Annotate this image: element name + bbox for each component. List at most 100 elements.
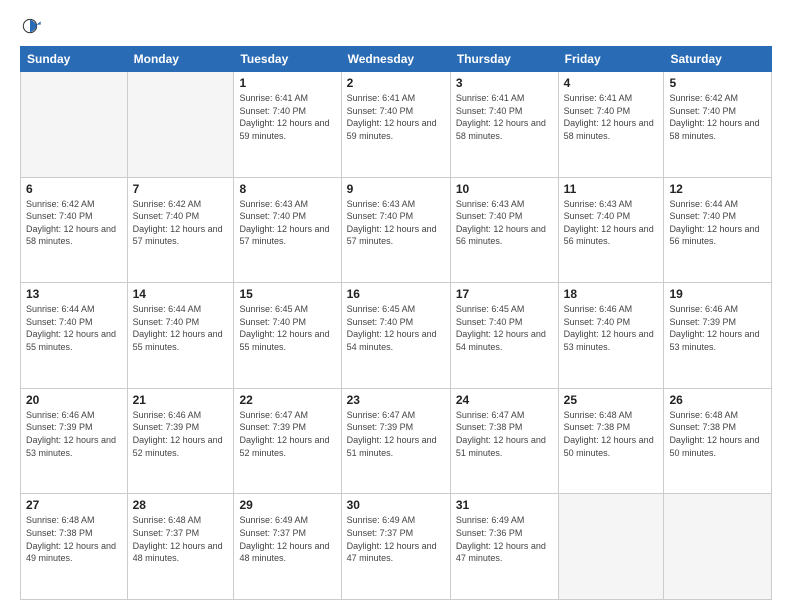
calendar: SundayMondayTuesdayWednesdayThursdayFrid… bbox=[20, 46, 772, 600]
day-info: Sunrise: 6:43 AMSunset: 7:40 PMDaylight:… bbox=[347, 198, 445, 248]
day-info: Sunrise: 6:48 AMSunset: 7:38 PMDaylight:… bbox=[564, 409, 659, 459]
day-number: 18 bbox=[564, 287, 659, 301]
calendar-cell bbox=[558, 494, 664, 600]
calendar-cell: 27 Sunrise: 6:48 AMSunset: 7:38 PMDayligh… bbox=[21, 494, 128, 600]
calendar-cell: 11Sunrise: 6:43 AMSunset: 7:40 PMDayligh… bbox=[558, 177, 664, 283]
day-info: Sunrise: 6:43 AMSunset: 7:40 PMDaylight:… bbox=[239, 198, 335, 248]
day-number: 23 bbox=[347, 393, 445, 407]
day-number: 3 bbox=[456, 76, 553, 90]
week-row-4: 27 Sunrise: 6:48 AMSunset: 7:38 PMDayligh… bbox=[21, 494, 772, 600]
day-info: Sunrise: 6:44 AMSunset: 7:40 PMDaylight:… bbox=[133, 303, 229, 353]
day-info: Sunrise: 6:45 AMSunset: 7:40 PMDaylight:… bbox=[239, 303, 335, 353]
day-number: 28 bbox=[133, 498, 229, 512]
day-info: Sunrise: 6:49 AMSunset: 7:37 PMDaylight:… bbox=[239, 514, 335, 564]
calendar-cell: 16 Sunrise: 6:45 AMSunset: 7:40 PMDayligh… bbox=[341, 283, 450, 389]
calendar-cell: 7 Sunrise: 6:42 AMSunset: 7:40 PMDaylight… bbox=[127, 177, 234, 283]
calendar-cell: 19 Sunrise: 6:46 AMSunset: 7:39 PMDayligh… bbox=[664, 283, 772, 389]
day-info: Sunrise: 6:41 AMSunset: 7:40 PMDaylight:… bbox=[239, 92, 335, 142]
calendar-cell bbox=[127, 72, 234, 178]
calendar-cell: 31 Sunrise: 6:49 AMSunset: 7:36 PMDayligh… bbox=[450, 494, 558, 600]
calendar-cell: 6 Sunrise: 6:42 AMSunset: 7:40 PMDaylight… bbox=[21, 177, 128, 283]
calendar-cell: 1 Sunrise: 6:41 AMSunset: 7:40 PMDaylight… bbox=[234, 72, 341, 178]
day-info: Sunrise: 6:41 AMSunset: 7:40 PMDaylight:… bbox=[347, 92, 445, 142]
day-info: Sunrise: 6:46 AMSunset: 7:39 PMDaylight:… bbox=[133, 409, 229, 459]
calendar-cell: 18 Sunrise: 6:46 AMSunset: 7:40 PMDayligh… bbox=[558, 283, 664, 389]
day-info: Sunrise: 6:47 AMSunset: 7:38 PMDaylight:… bbox=[456, 409, 553, 459]
day-info: Sunrise: 6:46 AMSunset: 7:39 PMDaylight:… bbox=[669, 303, 766, 353]
day-number: 2 bbox=[347, 76, 445, 90]
day-number: 19 bbox=[669, 287, 766, 301]
calendar-cell: 17 Sunrise: 6:45 AMSunset: 7:40 PMDayligh… bbox=[450, 283, 558, 389]
calendar-cell: 21 Sunrise: 6:46 AMSunset: 7:39 PMDayligh… bbox=[127, 388, 234, 494]
day-number: 27 bbox=[26, 498, 122, 512]
day-info: Sunrise: 6:45 AMSunset: 7:40 PMDaylight:… bbox=[456, 303, 553, 353]
calendar-cell: 23 Sunrise: 6:47 AMSunset: 7:39 PMDayligh… bbox=[341, 388, 450, 494]
day-number: 9 bbox=[347, 182, 445, 196]
weekday-monday: Monday bbox=[127, 47, 234, 72]
day-number: 22 bbox=[239, 393, 335, 407]
day-info: Sunrise: 6:46 AMSunset: 7:40 PMDaylight:… bbox=[564, 303, 659, 353]
logo bbox=[20, 16, 42, 36]
day-number: 1 bbox=[239, 76, 335, 90]
page: SundayMondayTuesdayWednesdayThursdayFrid… bbox=[0, 0, 792, 612]
day-info: Sunrise: 6:42 AMSunset: 7:40 PMDaylight:… bbox=[26, 198, 122, 248]
calendar-cell: 25Sunrise: 6:48 AMSunset: 7:38 PMDayligh… bbox=[558, 388, 664, 494]
day-number: 29 bbox=[239, 498, 335, 512]
weekday-header-row: SundayMondayTuesdayWednesdayThursdayFrid… bbox=[21, 47, 772, 72]
day-info: Sunrise: 6:41 AMSunset: 7:40 PMDaylight:… bbox=[564, 92, 659, 142]
weekday-thursday: Thursday bbox=[450, 47, 558, 72]
calendar-cell: 30Sunrise: 6:49 AMSunset: 7:37 PMDayligh… bbox=[341, 494, 450, 600]
day-info: Sunrise: 6:45 AMSunset: 7:40 PMDaylight:… bbox=[347, 303, 445, 353]
calendar-cell: 29 Sunrise: 6:49 AMSunset: 7:37 PMDayligh… bbox=[234, 494, 341, 600]
day-number: 17 bbox=[456, 287, 553, 301]
weekday-friday: Friday bbox=[558, 47, 664, 72]
day-info: Sunrise: 6:44 AMSunset: 7:40 PMDaylight:… bbox=[26, 303, 122, 353]
header bbox=[20, 16, 772, 36]
day-info: Sunrise: 6:48 AMSunset: 7:38 PMDaylight:… bbox=[26, 514, 122, 564]
day-info: Sunrise: 6:42 AMSunset: 7:40 PMDaylight:… bbox=[133, 198, 229, 248]
day-number: 31 bbox=[456, 498, 553, 512]
calendar-cell: 5Sunrise: 6:42 AMSunset: 7:40 PMDaylight… bbox=[664, 72, 772, 178]
day-info: Sunrise: 6:49 AMSunset: 7:36 PMDaylight:… bbox=[456, 514, 553, 564]
day-info: Sunrise: 6:47 AMSunset: 7:39 PMDaylight:… bbox=[347, 409, 445, 459]
week-row-3: 20Sunrise: 6:46 AMSunset: 7:39 PMDayligh… bbox=[21, 388, 772, 494]
logo-icon bbox=[22, 16, 42, 36]
day-number: 21 bbox=[133, 393, 229, 407]
day-number: 24 bbox=[456, 393, 553, 407]
calendar-cell: 28Sunrise: 6:48 AMSunset: 7:37 PMDayligh… bbox=[127, 494, 234, 600]
calendar-cell: 9 Sunrise: 6:43 AMSunset: 7:40 PMDaylight… bbox=[341, 177, 450, 283]
day-number: 26 bbox=[669, 393, 766, 407]
calendar-cell: 24 Sunrise: 6:47 AMSunset: 7:38 PMDayligh… bbox=[450, 388, 558, 494]
day-number: 12 bbox=[669, 182, 766, 196]
day-info: Sunrise: 6:42 AMSunset: 7:40 PMDaylight:… bbox=[669, 92, 766, 142]
calendar-cell: 4 Sunrise: 6:41 AMSunset: 7:40 PMDaylight… bbox=[558, 72, 664, 178]
day-number: 13 bbox=[26, 287, 122, 301]
day-info: Sunrise: 6:46 AMSunset: 7:39 PMDaylight:… bbox=[26, 409, 122, 459]
calendar-cell: 15Sunrise: 6:45 AMSunset: 7:40 PMDayligh… bbox=[234, 283, 341, 389]
calendar-cell: 12 Sunrise: 6:44 AMSunset: 7:40 PMDayligh… bbox=[664, 177, 772, 283]
day-number: 10 bbox=[456, 182, 553, 196]
calendar-cell: 22Sunrise: 6:47 AMSunset: 7:39 PMDayligh… bbox=[234, 388, 341, 494]
calendar-cell bbox=[21, 72, 128, 178]
calendar-cell: 2 Sunrise: 6:41 AMSunset: 7:40 PMDaylight… bbox=[341, 72, 450, 178]
week-row-0: 1 Sunrise: 6:41 AMSunset: 7:40 PMDaylight… bbox=[21, 72, 772, 178]
calendar-cell: 20Sunrise: 6:46 AMSunset: 7:39 PMDayligh… bbox=[21, 388, 128, 494]
day-number: 8 bbox=[239, 182, 335, 196]
calendar-cell: 14 Sunrise: 6:44 AMSunset: 7:40 PMDayligh… bbox=[127, 283, 234, 389]
calendar-cell bbox=[664, 494, 772, 600]
day-number: 7 bbox=[133, 182, 229, 196]
week-row-2: 13 Sunrise: 6:44 AMSunset: 7:40 PMDayligh… bbox=[21, 283, 772, 389]
calendar-cell: 3Sunrise: 6:41 AMSunset: 7:40 PMDaylight… bbox=[450, 72, 558, 178]
day-number: 4 bbox=[564, 76, 659, 90]
weekday-tuesday: Tuesday bbox=[234, 47, 341, 72]
weekday-wednesday: Wednesday bbox=[341, 47, 450, 72]
day-number: 11 bbox=[564, 182, 659, 196]
day-info: Sunrise: 6:49 AMSunset: 7:37 PMDaylight:… bbox=[347, 514, 445, 564]
calendar-cell: 10Sunrise: 6:43 AMSunset: 7:40 PMDayligh… bbox=[450, 177, 558, 283]
weekday-saturday: Saturday bbox=[664, 47, 772, 72]
day-number: 14 bbox=[133, 287, 229, 301]
day-number: 6 bbox=[26, 182, 122, 196]
day-number: 16 bbox=[347, 287, 445, 301]
week-row-1: 6 Sunrise: 6:42 AMSunset: 7:40 PMDaylight… bbox=[21, 177, 772, 283]
day-info: Sunrise: 6:44 AMSunset: 7:40 PMDaylight:… bbox=[669, 198, 766, 248]
